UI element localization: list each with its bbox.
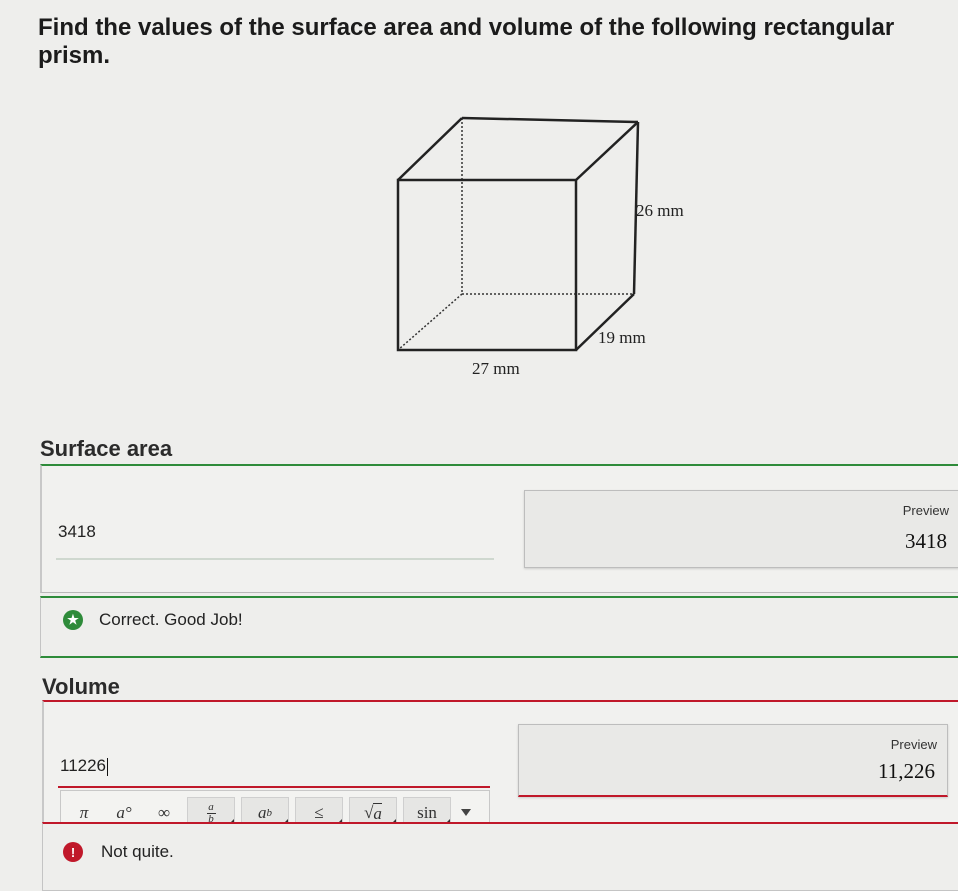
surface-area-input[interactable]: 3418 xyxy=(58,522,96,542)
volume-input[interactable]: 11226 xyxy=(60,756,109,776)
surface-area-preview-value: 3418 xyxy=(905,529,947,553)
surface-area-input-underline xyxy=(56,558,494,560)
width-label: 27 mm xyxy=(472,359,520,378)
rectangular-prism-diagram: 26 mm 19 mm 27 mm xyxy=(396,116,684,378)
text-cursor xyxy=(107,757,109,776)
leq-symbol: ≤ xyxy=(314,803,324,822)
chevron-down-icon[interactable] xyxy=(461,809,471,816)
volume-feedback-text: Not quite. xyxy=(101,842,174,861)
surface-area-answer-panel: 3418 Preview 3418 xyxy=(40,464,958,593)
prism-figure: 26 mm 19 mm 27 mm xyxy=(380,108,720,388)
volume-label: Volume xyxy=(42,674,120,699)
surface-area-preview-label: Preview xyxy=(902,503,949,518)
surface-area-label: Surface area xyxy=(40,436,173,461)
sqrt-icon: √ xyxy=(364,803,374,822)
question-title: Find the values of the surface area and … xyxy=(38,14,895,69)
volume-input-underline xyxy=(58,786,490,788)
power-exp: b xyxy=(266,807,273,819)
power-base: a xyxy=(258,803,267,822)
volume-input-value: 11226 xyxy=(60,756,107,775)
star-icon: ★ xyxy=(63,610,83,630)
sqrt-arg: a xyxy=(373,802,382,823)
surface-area-preview: Preview 3418 xyxy=(524,490,958,568)
fraction-top: a xyxy=(208,800,214,813)
surface-area-feedback: ★ Correct. Good Job! xyxy=(40,596,958,658)
height-label: 26 mm xyxy=(636,201,684,220)
exclamation-icon: ! xyxy=(63,842,83,862)
volume-preview-value: 11,226 xyxy=(878,759,935,783)
depth-label: 19 mm xyxy=(598,328,646,347)
volume-preview: Preview 11,226 xyxy=(518,724,948,797)
sin-label: sin xyxy=(417,803,437,822)
volume-preview-label: Preview xyxy=(890,737,937,752)
surface-area-feedback-text: Correct. Good Job! xyxy=(99,610,243,629)
volume-feedback: ! Not quite. xyxy=(42,822,958,891)
